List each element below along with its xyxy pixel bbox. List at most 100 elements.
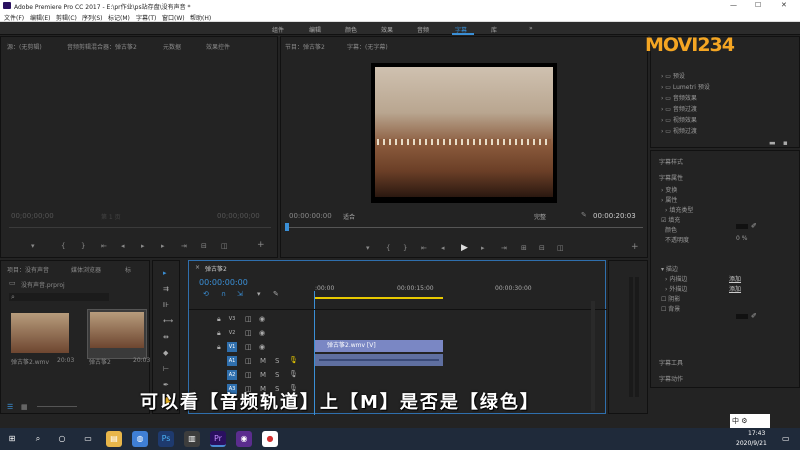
track-select-tool-icon[interactable]: ⇉ — [163, 285, 169, 293]
timeline-settings-icon[interactable]: ✎ — [273, 290, 279, 298]
tab-audio-clip-mixer[interactable]: 音频剪辑混合器：弹古筝2 — [67, 42, 137, 51]
tab-effect-controls[interactable]: 效果控件 — [206, 42, 230, 51]
workspace-audio[interactable]: 音频 — [417, 25, 429, 34]
track-v1-lock-icon[interactable]: 🔒︎ — [217, 343, 221, 352]
camera-icon[interactable]: ◫ — [221, 242, 228, 250]
browser-icon[interactable]: ◍ — [132, 431, 148, 447]
timeline-timecode[interactable]: 00:00:00:00 — [199, 278, 248, 287]
menu-clip[interactable]: 剪辑(C) — [56, 13, 77, 22]
new-bin-icon[interactable]: ▬ — [769, 139, 776, 147]
effects-item-audio-transitions[interactable]: › ▭ 音频过渡 — [661, 104, 697, 113]
program-scrub-bar[interactable] — [287, 227, 643, 228]
tab-project[interactable]: 项目：没有声音 — [7, 265, 49, 274]
tab-program[interactable]: 节目：弹古筝2 — [285, 42, 325, 51]
minimize-button[interactable]: — — [730, 1, 737, 9]
opacity-value[interactable]: 0 % — [736, 235, 747, 242]
video-clip[interactable]: 弹古筝2.wmv [V] — [315, 340, 443, 352]
thumbnail-size-slider[interactable] — [37, 406, 77, 407]
add-marker-icon[interactable]: ⇲ — [237, 290, 243, 298]
track-v2-sync-icon[interactable]: ◫ — [245, 329, 252, 337]
menu-marker[interactable]: 标记(M) — [108, 13, 130, 22]
menu-title[interactable]: 字幕(T) — [136, 13, 156, 22]
program-play-icon[interactable]: ▶ — [461, 243, 468, 253]
workspace-assembly[interactable]: 组件 — [272, 25, 284, 34]
track-a1-solo-button[interactable]: S — [275, 357, 279, 365]
snap-icon[interactable]: ⟲ — [203, 290, 209, 298]
rate-stretch-tool-icon[interactable]: ⇹ — [163, 333, 169, 341]
menu-window[interactable]: 窗口(W) — [162, 13, 185, 22]
taskbar-search-icon[interactable]: ⌕ — [30, 431, 46, 447]
mark-in-icon[interactable]: ▾ — [31, 242, 35, 250]
track-a1-mic-icon[interactable]: 🎙︎ — [289, 356, 298, 364]
track-v2-lock-icon[interactable]: 🔒︎ — [217, 329, 221, 338]
program-go-out-icon[interactable]: ⇥ — [501, 244, 507, 252]
track-a1-label[interactable]: A1 — [227, 356, 237, 366]
track-a2-mic-icon[interactable]: 🎙︎ — [289, 370, 298, 378]
menu-sequence[interactable]: 序列(S) — [82, 13, 103, 22]
ime-indicator[interactable]: 中 ⚙ — [730, 414, 770, 428]
program-step-back-icon[interactable]: ◂ — [441, 244, 445, 252]
marker-icon[interactable]: ▾ — [257, 290, 261, 298]
maximize-button[interactable]: ☐ — [755, 1, 761, 9]
workspace-libraries[interactable]: 库 — [491, 25, 497, 34]
timeline-tab[interactable]: 弹古筝2 — [205, 264, 227, 273]
windows-start-icon[interactable]: ⊞ — [4, 431, 20, 447]
notification-icon[interactable]: ▭ — [782, 434, 790, 443]
timeline-close-icon[interactable]: × — [195, 264, 200, 271]
extract-icon[interactable]: ⊟ — [539, 244, 545, 252]
workspace-effects[interactable]: 效果 — [381, 25, 393, 34]
add-inner-stroke-link[interactable]: 添加 — [729, 274, 741, 283]
list-view-icon[interactable]: ☰ — [7, 403, 13, 411]
program-timecode[interactable]: 00:00:00:00 — [289, 212, 332, 220]
wrench-icon[interactable]: ✎ — [581, 211, 587, 219]
title-tools-header[interactable]: 字幕工具 — [659, 358, 683, 367]
program-quality-select[interactable]: 完整 — [534, 212, 546, 221]
track-v3-eye-icon[interactable]: ◉ — [259, 315, 265, 323]
audio-clip[interactable] — [315, 354, 443, 366]
track-a1-sync-icon[interactable]: ◫ — [245, 357, 252, 365]
program-in-icon[interactable]: { — [386, 244, 390, 252]
razor-tool-icon[interactable]: ◆ — [163, 349, 168, 357]
play-icon[interactable]: ▸ — [141, 242, 145, 250]
fill-color-swatch[interactable] — [736, 224, 748, 229]
add-button-icon[interactable]: + — [257, 240, 265, 250]
track-v3-sync-icon[interactable]: ◫ — [245, 315, 252, 323]
eyedropper-icon[interactable]: ✐ — [751, 222, 757, 230]
prop-properties[interactable]: › 属性 — [661, 195, 677, 204]
program-add-icon[interactable]: + — [631, 242, 639, 252]
tab-markers[interactable]: 标 — [125, 265, 131, 274]
prop-transform[interactable]: › 变换 — [661, 185, 677, 194]
program-video-frame[interactable] — [371, 63, 557, 203]
program-out-icon[interactable]: } — [403, 244, 407, 252]
slip-tool-icon[interactable]: ⊢ — [163, 365, 169, 373]
file-explorer-icon[interactable]: ▤ — [106, 431, 122, 447]
task-view-icon[interactable]: ○ — [54, 431, 70, 447]
rolling-edit-tool-icon[interactable]: ⟷ — [163, 317, 173, 325]
effects-item-presets[interactable]: › ▭ 预设 — [661, 71, 685, 80]
program-step-forward-icon[interactable]: ▸ — [481, 244, 485, 252]
track-v3-label[interactable]: V3 — [227, 314, 237, 324]
step-back-frame-icon[interactable]: ◂ — [121, 242, 125, 250]
track-a1-mute-button[interactable]: M — [260, 357, 266, 365]
step-back-icon[interactable]: ⇤ — [101, 242, 107, 250]
step-forward-icon[interactable]: ▸ — [161, 242, 165, 250]
track-a2-label[interactable]: A2 — [227, 370, 237, 380]
prop-fill[interactable]: ☑ 填充 — [661, 215, 680, 224]
playhead-marker[interactable] — [285, 223, 289, 231]
prop-inner-stroke[interactable]: › 内描边 — [665, 274, 687, 283]
track-a2-mute-button[interactable]: M — [260, 371, 266, 379]
workspace-editing[interactable]: 编辑 — [309, 25, 321, 34]
track-v1-eye-icon[interactable]: ◉ — [259, 343, 265, 351]
go-to-out-icon[interactable]: } — [81, 242, 85, 250]
bg-color-swatch[interactable] — [736, 314, 748, 319]
track-a2-solo-button[interactable]: S — [275, 371, 279, 379]
export-frame-icon[interactable]: ◫ — [557, 244, 564, 252]
prop-stroke[interactable]: ▾ 描边 — [661, 264, 678, 273]
tab-metadata[interactable]: 元数据 — [163, 42, 181, 51]
effects-item-audio-effects[interactable]: › ▭ 音频效果 — [661, 93, 697, 102]
track-v3-lock-icon[interactable]: 🔒︎ — [217, 315, 221, 324]
tab-media-browser[interactable]: 媒体浏览器 — [71, 265, 101, 274]
title-properties-header[interactable]: 字幕属性 — [659, 173, 683, 182]
prop-shadow[interactable]: ☐ 阴影 — [661, 294, 680, 303]
app-icon[interactable]: ◉ — [236, 431, 252, 447]
